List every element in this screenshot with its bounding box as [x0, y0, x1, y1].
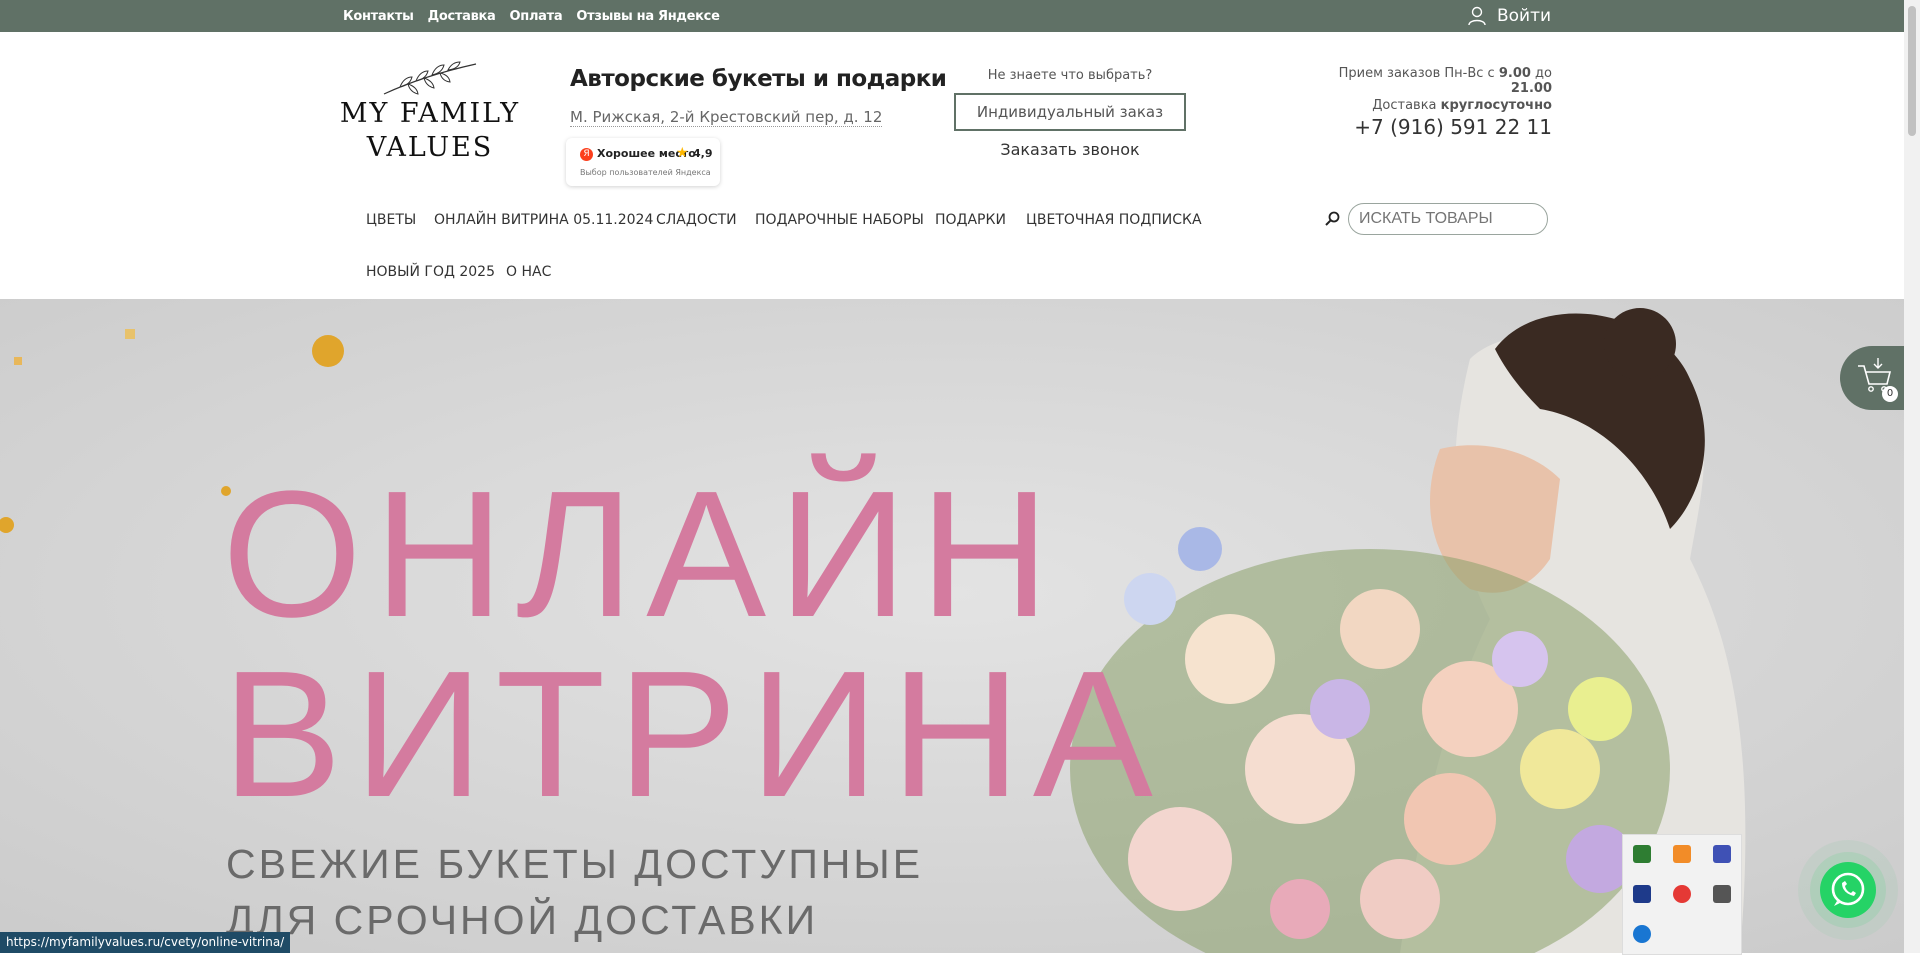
system-tray-popup — [1622, 834, 1742, 955]
hero-subtitle-line2: ДЛЯ СРОЧНОЙ ДОСТАВКИ — [226, 897, 819, 943]
app-icon-orange[interactable] — [1673, 845, 1691, 863]
choose-block: Не знаете что выбрать? Индивидуальный за… — [954, 66, 1186, 162]
branch-icon — [383, 61, 477, 95]
nav-item-gift-sets[interactable]: Подарочные наборы — [755, 212, 924, 228]
hero-banner[interactable]: ОНЛАЙН ВИТРИНА СВЕЖИЕ БУКЕТЫ ДОСТУПНЫЕ Д… — [0, 299, 1904, 953]
shield-icon[interactable] — [1633, 845, 1651, 863]
yandex-rating: 4,9 — [693, 147, 713, 160]
nav-item-online-showcase[interactable]: Онлайн витрина 05.11.2024 — [434, 212, 653, 228]
callback-button[interactable]: Заказать звонок — [954, 140, 1186, 159]
scrollbar-thumb[interactable] — [1908, 6, 1916, 136]
search — [1318, 202, 1550, 238]
app-icon-round[interactable] — [1633, 925, 1651, 943]
yandex-badge[interactable]: Я Хорошее место ★ 4,9 Выбор пользователе… — [566, 138, 720, 186]
nav-item-about[interactable]: О нас — [506, 264, 551, 280]
link-yandex-reviews[interactable]: Отзывы на Яндексе — [576, 9, 720, 24]
link-payment[interactable]: Оплата — [510, 9, 563, 24]
nav-item-flowers[interactable]: Цветы — [366, 212, 416, 228]
yandex-sub: Выбор пользователей Яндекса — [580, 168, 711, 177]
cart-count: 0 — [1882, 386, 1898, 402]
search-icon[interactable] — [1324, 211, 1340, 227]
user-icon — [1468, 6, 1486, 26]
status-bar-url: https://myfamilyvalues.ru/cvety/online-v… — [0, 932, 291, 953]
grid-icon[interactable] — [1713, 885, 1731, 903]
hours-block: Прием заказов Пн-Вс с 9.00 до 21.00 Дост… — [1320, 66, 1552, 139]
site-title: Авторские букеты и подарки — [570, 66, 947, 92]
cart-button[interactable]: 0 — [1840, 346, 1904, 410]
whatsapp-icon — [1831, 872, 1865, 906]
star-icon: ★ — [676, 145, 689, 161]
link-delivery[interactable]: Доставка — [428, 9, 496, 24]
nav-item-sweets[interactable]: Сладости — [656, 212, 737, 228]
hero-title-line1: ОНЛАЙН — [222, 454, 1062, 655]
app-icon-blue[interactable] — [1713, 845, 1731, 863]
yandex-logo-icon: Я — [580, 148, 593, 161]
phone-link[interactable]: +7 (916) 591 22 11 — [1320, 115, 1552, 139]
search-input[interactable] — [1348, 203, 1548, 235]
individual-order-button[interactable]: Индивидуальный заказ — [954, 93, 1186, 131]
top-bar: Контакты Доставка Оплата Отзывы на Яндек… — [0, 0, 1920, 32]
chrome-icon[interactable] — [1673, 885, 1691, 903]
cursor-icon[interactable] — [1633, 885, 1651, 903]
delivery-hours: Доставка круглосуточно — [1372, 98, 1552, 113]
address[interactable]: М. Рижская, 2-й Крестовский пер, д. 12 — [570, 108, 883, 127]
top-links: Контакты Доставка Оплата Отзывы на Яндек… — [343, 0, 720, 32]
logo[interactable]: MY FAMILY VALUES — [328, 60, 532, 178]
choose-question: Не знаете что выбрать? — [987, 68, 1153, 83]
nav-item-gifts[interactable]: Подарки — [935, 212, 1006, 228]
nav-item-subscription[interactable]: Цветочная подписка — [1026, 212, 1202, 228]
hero-subtitle-line1: СВЕЖИЕ БУКЕТЫ ДОСТУПНЫЕ — [226, 841, 924, 887]
hero-title-line2: ВИТРИНА — [222, 634, 1165, 835]
logo-line2: VALUES — [366, 132, 494, 163]
logo-line1: MY FAMILY — [339, 98, 521, 129]
link-contacts[interactable]: Контакты — [343, 9, 414, 24]
nav-item-new-year[interactable]: Новый год 2025 — [366, 264, 495, 280]
order-hours: Прием заказов Пн-Вс с 9.00 до 21.00 — [1338, 66, 1552, 96]
login-button[interactable]: Войти — [1436, 0, 1582, 32]
login-label: Войти — [1496, 6, 1552, 26]
scrollbar[interactable] — [1904, 0, 1920, 953]
whatsapp-button[interactable] — [1820, 862, 1876, 918]
